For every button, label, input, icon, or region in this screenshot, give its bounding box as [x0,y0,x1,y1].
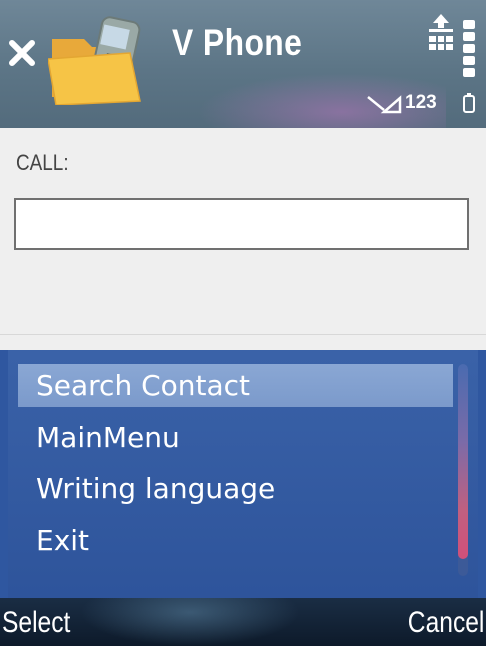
close-icon[interactable] [7,38,37,68]
menu-item-exit[interactable]: Exit [18,519,453,562]
call-input[interactable] [14,198,469,250]
menu-item-search-contact[interactable]: Search Contact [18,364,453,407]
app-title: V Phone [172,22,303,63]
upload-icon [429,14,453,50]
select-softkey[interactable]: Select [2,606,70,640]
call-label: CALL: [16,150,69,175]
menu-item-writing-language[interactable]: Writing language [18,467,453,510]
title-bar: V Phone 123 [0,0,486,128]
input-mode-indicator: 123 [405,92,437,113]
menu-scrollbar[interactable] [458,364,468,576]
folder-phone-icon [48,16,141,105]
menu-item-mainmenu[interactable]: MainMenu [18,416,453,459]
menu-scrollbar-thumb[interactable] [458,364,468,559]
softkey-bar: Select Cancel [0,598,486,646]
content-divider [0,334,486,335]
cancel-softkey[interactable]: Cancel [407,606,484,640]
options-menu: Search Contact MainMenu Writing language… [8,350,478,598]
battery-icon [463,20,475,113]
softkey-bar-glow [80,598,300,646]
call-form: CALL: [0,128,486,350]
